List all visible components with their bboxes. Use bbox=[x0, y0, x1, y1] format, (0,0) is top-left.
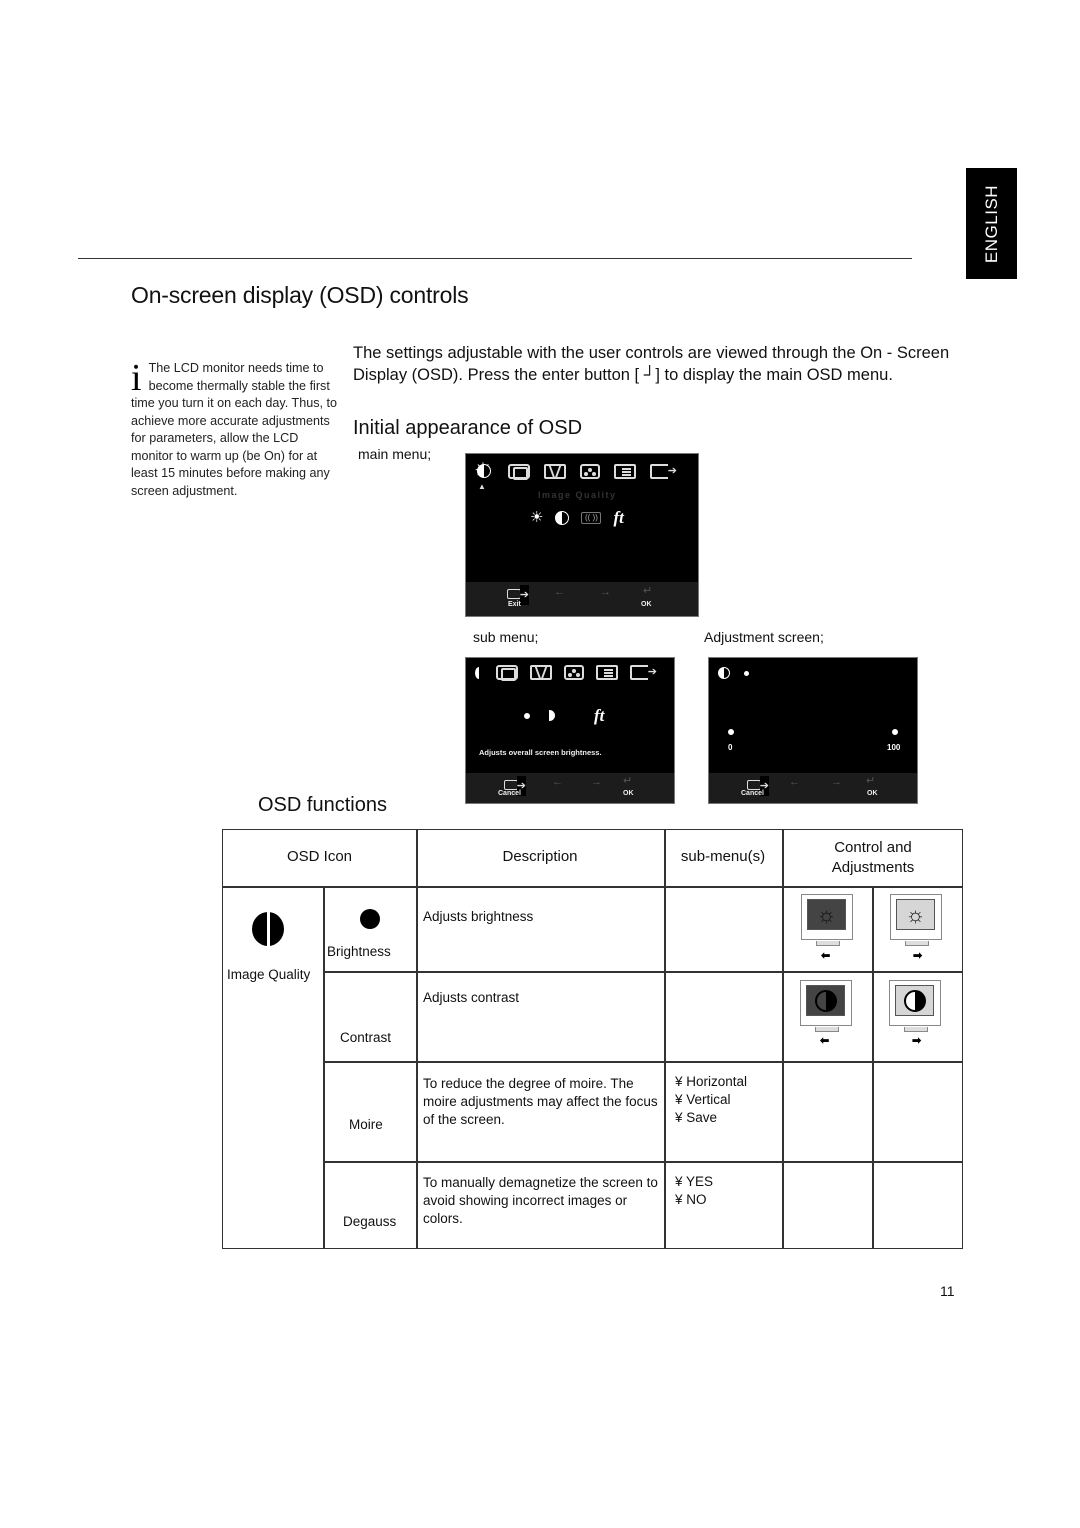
submenu-item: ¥ Horizontal bbox=[675, 1074, 748, 1089]
darker-screen-icon: ☼ bbox=[801, 894, 853, 946]
row-description: To manually demagnetize the screen to av… bbox=[423, 1175, 658, 1226]
image-setup-icon[interactable] bbox=[530, 665, 552, 680]
submenu-item: ¥ YES bbox=[675, 1174, 714, 1189]
selected-indicator-icon: ▲ bbox=[478, 482, 486, 491]
left-arrow-icon[interactable]: ← bbox=[789, 776, 800, 788]
osd-functions-table: OSD Icon Description sub-menu(s) Control… bbox=[222, 829, 963, 1249]
osd-sub-menu: ft Adjusts overall screen brightness. Ca… bbox=[465, 657, 675, 804]
osd-category-label: Image Quality bbox=[538, 490, 617, 500]
initial-appearance-heading: Initial appearance of OSD bbox=[353, 417, 583, 439]
cancel-button-label[interactable]: Cancel bbox=[741, 790, 764, 797]
right-arrow-icon: ➡ bbox=[912, 1035, 922, 1047]
row-name: Moire bbox=[349, 1117, 383, 1132]
row-description: Adjusts brightness bbox=[423, 909, 534, 924]
exit-button-icon[interactable] bbox=[507, 585, 529, 605]
header-osd-icon: OSD Icon bbox=[286, 848, 353, 865]
slider-min-marker[interactable] bbox=[728, 729, 734, 735]
row-name: Contrast bbox=[340, 1030, 392, 1045]
slider-max-label: 100 bbox=[887, 743, 901, 752]
info-icon: i bbox=[131, 357, 142, 399]
options-icon[interactable] bbox=[596, 665, 618, 680]
cancel-button-icon[interactable] bbox=[504, 776, 526, 796]
right-arrow-icon[interactable]: → bbox=[591, 776, 602, 788]
intro-paragraph: The settings adjustable with the user co… bbox=[353, 344, 950, 384]
adjust-indicator-icon bbox=[744, 671, 749, 676]
exit-icon[interactable] bbox=[630, 662, 657, 682]
thermal-note: i The LCD monitor needs time to become t… bbox=[131, 357, 341, 500]
left-arrow-icon[interactable]: ← bbox=[554, 586, 565, 598]
submenu-item: ¥ Vertical bbox=[675, 1092, 731, 1107]
cancel-button-icon[interactable] bbox=[747, 776, 769, 796]
note-text: The LCD monitor needs time to become the… bbox=[131, 361, 338, 498]
page-number: 11 bbox=[940, 1283, 955, 1299]
brightness-icon[interactable]: ☀ bbox=[530, 510, 543, 525]
left-arrow-icon: ⬅ bbox=[820, 1035, 830, 1047]
brightness-icon bbox=[360, 909, 380, 929]
higher-contrast-screen-icon bbox=[889, 980, 941, 1032]
image-position-icon[interactable] bbox=[508, 463, 530, 480]
color-icon[interactable] bbox=[580, 463, 600, 479]
image-setup-icon[interactable] bbox=[544, 463, 566, 479]
image-position-icon[interactable] bbox=[496, 665, 518, 681]
osd-help-text: Adjusts overall screen brightness. bbox=[479, 748, 602, 757]
page-title: On-screen display (OSD) controls bbox=[131, 282, 469, 308]
left-arrow-icon[interactable]: ← bbox=[552, 776, 563, 788]
exit-button-label[interactable]: Exit bbox=[508, 601, 521, 608]
enter-icon[interactable]: ↵ bbox=[643, 584, 652, 597]
contrast-icon[interactable] bbox=[555, 510, 570, 525]
degauss-icon[interactable]: ft bbox=[613, 509, 623, 526]
options-icon[interactable] bbox=[614, 463, 636, 479]
top-rule bbox=[78, 258, 912, 259]
brighter-screen-icon: ☼ bbox=[890, 894, 942, 946]
submenu-item: ¥ NO bbox=[675, 1192, 707, 1207]
adjustment-screen-label: Adjustment screen; bbox=[704, 629, 824, 645]
row-name: Degauss bbox=[343, 1214, 397, 1229]
degauss-icon[interactable]: ft bbox=[594, 707, 604, 724]
slider-max-marker[interactable] bbox=[892, 729, 898, 735]
brightness-icon[interactable] bbox=[524, 713, 530, 719]
cancel-button-label[interactable]: Cancel bbox=[498, 790, 521, 797]
contrast-icon[interactable] bbox=[549, 710, 555, 721]
enter-icon[interactable]: ↵ bbox=[866, 774, 875, 787]
row-description: To reduce the degree of moire. The moire… bbox=[423, 1076, 658, 1127]
color-icon[interactable] bbox=[564, 665, 584, 680]
main-menu-label: main menu; bbox=[358, 446, 432, 462]
language-label: ENGLISH bbox=[981, 184, 1001, 263]
ok-button-label[interactable]: OK bbox=[867, 790, 878, 797]
image-quality-icon[interactable]: ☀ bbox=[474, 461, 494, 481]
image-quality-icon[interactable] bbox=[474, 665, 484, 680]
language-tab: ENGLISH bbox=[966, 168, 1017, 279]
sub-menu-label: sub menu; bbox=[473, 629, 539, 645]
left-arrow-icon: ⬅ bbox=[821, 950, 831, 962]
header-description: Description bbox=[502, 848, 578, 865]
header-control-adjustments: Control and Adjustments bbox=[831, 839, 915, 876]
ok-button-label[interactable]: OK bbox=[623, 790, 634, 797]
right-arrow-icon[interactable]: → bbox=[600, 586, 611, 598]
osd-adjustment-screen: 0 100 Cancel ← → ↵ OK bbox=[708, 657, 918, 804]
brightness-adjust-icon bbox=[718, 667, 730, 679]
image-quality-icon bbox=[252, 912, 284, 946]
lower-contrast-screen-icon bbox=[800, 980, 852, 1032]
osd-functions-heading: OSD functions bbox=[258, 794, 387, 816]
exit-icon[interactable] bbox=[650, 460, 677, 481]
slider-min-label: 0 bbox=[728, 743, 733, 752]
submenu-item: ¥ Save bbox=[675, 1110, 718, 1125]
osd-main-menu: ☀ ▲ Image Quality ☀ (( )) ft Exit ← → ↵ … bbox=[465, 453, 699, 617]
enter-icon[interactable]: ↵ bbox=[623, 774, 632, 787]
group-label-image-quality: Image Quality bbox=[227, 967, 311, 982]
row-name: Brightness bbox=[327, 944, 391, 959]
header-sub-menus: sub-menu(s) bbox=[680, 848, 766, 865]
right-arrow-icon: ➡ bbox=[913, 950, 923, 962]
ok-button-label[interactable]: OK bbox=[641, 601, 652, 608]
right-arrow-icon[interactable]: → bbox=[831, 776, 842, 788]
moire-icon[interactable]: (( )) bbox=[581, 511, 602, 524]
row-description: Adjusts contrast bbox=[423, 990, 520, 1005]
